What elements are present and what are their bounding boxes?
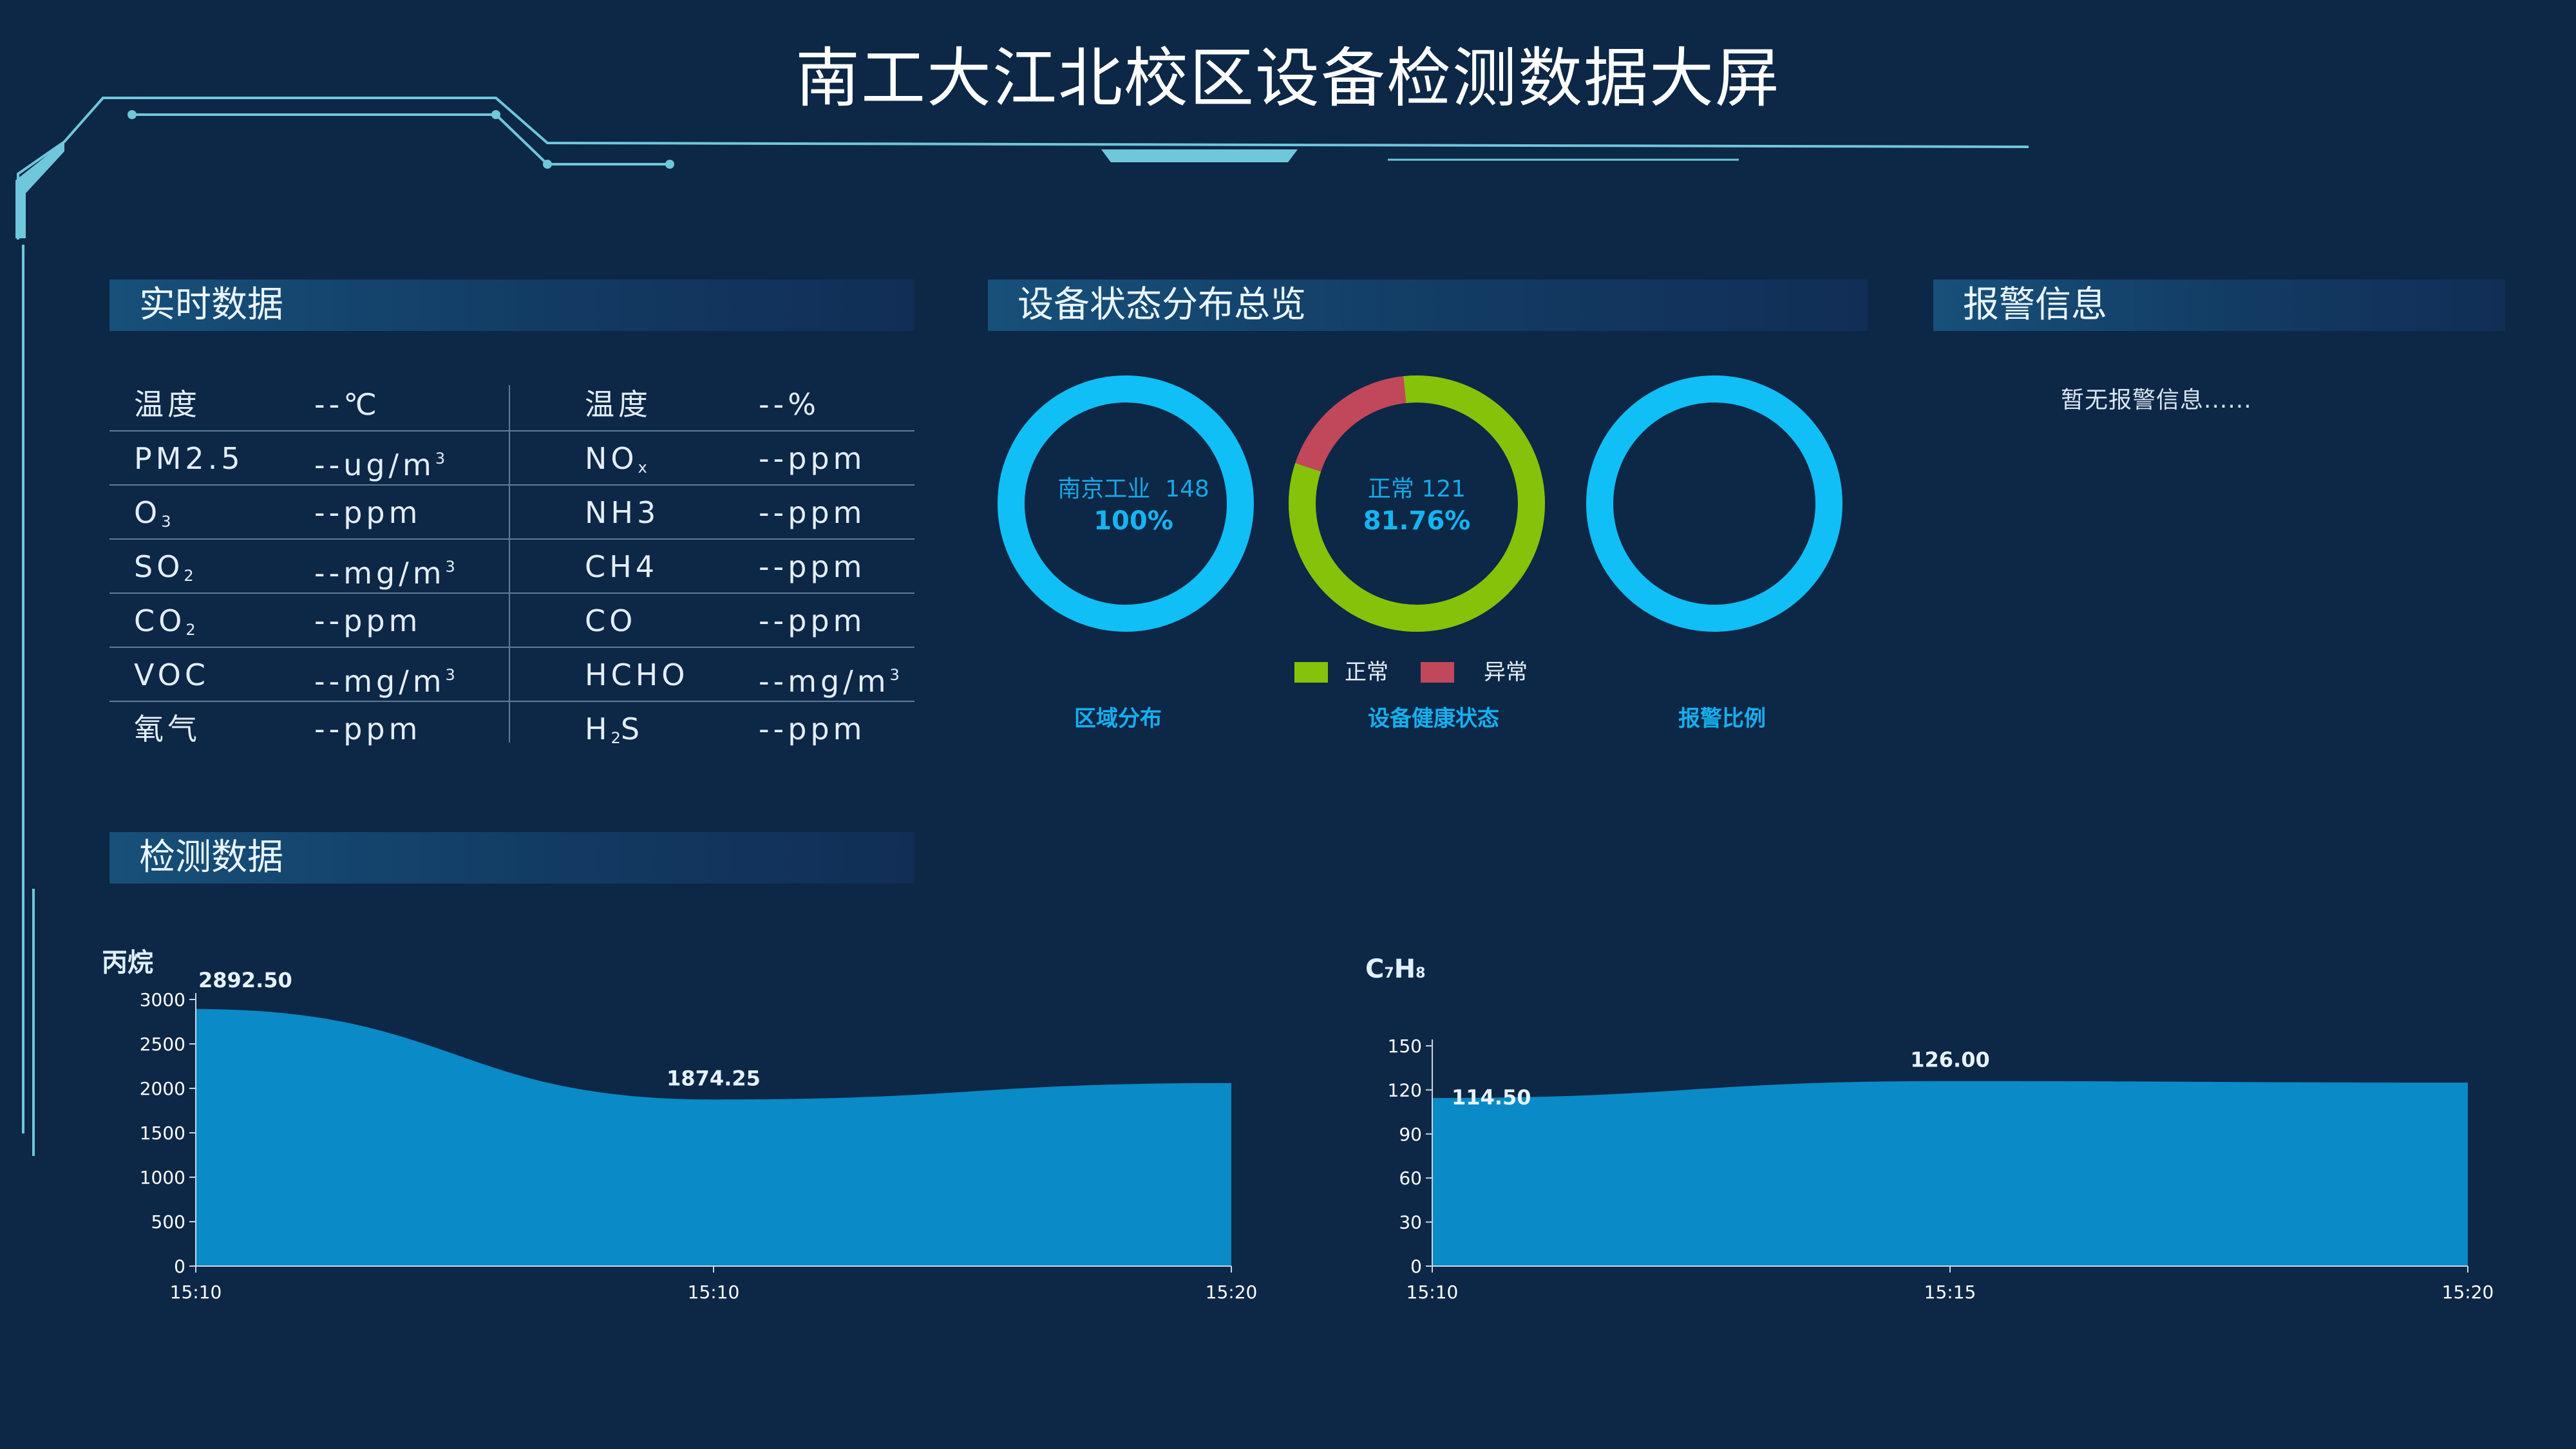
realtime-left-value: --ppm [314, 603, 422, 638]
y-tick-label: 1500 [140, 1122, 185, 1144]
x-tick-label: 15:15 [1924, 1282, 1976, 1303]
chart-propane[interactable]: 0 500 1000 1500 2000 2500 3000 15:10 15:10 15:20 2… [129, 953, 1288, 1314]
realtime-row: VOC --mg/m3 HCHO --mg/m3 [109, 648, 914, 702]
area-series [1432, 1081, 2468, 1266]
legend-normal-swatch [1294, 662, 1328, 683]
realtime-row: 温度 --℃ 温度 --% [109, 377, 914, 431]
area-series [196, 1009, 1231, 1266]
realtime-right-name: NOx [585, 441, 647, 477]
data-label: 2892.50 [198, 968, 292, 992]
realtime-right-name: 温度 [585, 387, 652, 422]
realtime-row: PM2.5 --ug/m3 NOx --ppm [109, 431, 914, 486]
alarm-ratio-donut[interactable] [1586, 375, 1843, 632]
health-count: 121 [1421, 476, 1466, 502]
realtime-right-name: CO [585, 603, 637, 638]
realtime-left-value: --ppm [314, 495, 422, 530]
legend-abnormal-swatch [1421, 662, 1454, 683]
region-label: 南京工业 148 [1030, 470, 1236, 504]
realtime-left-value: --ppm [314, 712, 422, 746]
data-label: 126.00 [1910, 1048, 1989, 1072]
health-name: 正常 [1367, 476, 1414, 502]
y-tick-label: 1000 [140, 1167, 185, 1188]
realtime-left-name: 氧气 [134, 712, 201, 746]
y-tick-label: 90 [1399, 1124, 1422, 1145]
y-tick-label: 2000 [140, 1078, 185, 1099]
realtime-left-value: --℃ [314, 387, 381, 422]
x-tick-label: 15:10 [1406, 1282, 1459, 1303]
realtime-row: 氧气 --ppm H2S --ppm [109, 702, 914, 756]
y-tick-label: 500 [151, 1211, 185, 1233]
realtime-right-value: --ppm [759, 549, 866, 584]
realtime-header: 实时数据 [109, 279, 914, 331]
realtime-left-name: 温度 [134, 387, 201, 422]
health-donut[interactable] [1288, 375, 1546, 632]
realtime-divider [509, 385, 510, 743]
x-tick-label: 15:10 [170, 1282, 222, 1303]
region-donut[interactable] [997, 375, 1255, 632]
realtime-left-value: --ug/m3 [314, 448, 446, 482]
realtime-right-value: --ppm [759, 712, 866, 746]
health-percent: 81.76% [1363, 506, 1471, 536]
page-title: 南工大江北校区设备检测数据大屏 [795, 41, 1781, 116]
alarm-empty-text: 暂无报警信息...... [2061, 387, 2252, 413]
y-tick-label: 3000 [140, 989, 185, 1010]
alarm-ring [1586, 375, 1842, 632]
data-label: 114.50 [1452, 1085, 1531, 1110]
realtime-left-name: O3 [134, 495, 171, 531]
realtime-left-name: PM2.5 [134, 441, 244, 476]
status-header: 设备状态分布总览 [988, 279, 1868, 331]
y-tick-label: 0 [174, 1256, 185, 1277]
y-tick-label: 30 [1399, 1212, 1422, 1233]
data-label: 1874.25 [667, 1066, 761, 1090]
realtime-right-value: --% [759, 387, 820, 422]
region-ring [998, 375, 1254, 632]
realtime-right-value: --ppm [759, 603, 866, 638]
x-tick-label: 15:20 [1206, 1282, 1258, 1303]
realtime-right-name: CH4 [585, 549, 658, 584]
legend-abnormal-label: 异常 [1484, 659, 1528, 685]
legend-normal-label: 正常 [1345, 659, 1388, 685]
y-tick-label: 2500 [140, 1034, 185, 1055]
realtime-row: CO2 --ppm CO --ppm [109, 594, 914, 648]
realtime-left-value: --mg/m3 [314, 556, 455, 591]
x-tick-label: 15:20 [2442, 1282, 2494, 1303]
realtime-row: SO2 --mg/m3 CH4 --ppm [109, 540, 914, 594]
y-tick-label: 120 [1388, 1079, 1422, 1101]
realtime-left-name: VOC [134, 658, 209, 692]
realtime-right-name: NH3 [585, 495, 660, 530]
alarm-ratio-caption: 报警比例 [1678, 706, 1766, 732]
y-tick-label: 150 [1388, 1036, 1422, 1057]
x-tick-label: 15:10 [688, 1282, 740, 1303]
y-tick-label: 0 [1410, 1256, 1422, 1277]
alarm-header: 报警信息 [1933, 279, 2505, 331]
region-percent: 100% [1094, 506, 1173, 536]
detection-header: 检测数据 [109, 832, 914, 884]
legend-abnormal[interactable]: 异常 [1421, 659, 1528, 685]
realtime-right-value: --ppm [759, 495, 866, 530]
realtime-right-value: --mg/m3 [759, 664, 900, 699]
realtime-left-name: CO2 [134, 603, 196, 639]
health-label: 正常 121 [1314, 470, 1520, 504]
realtime-left-name: SO2 [134, 549, 194, 585]
y-tick-label: 60 [1399, 1168, 1422, 1189]
legend-normal[interactable]: 正常 [1294, 659, 1388, 685]
region-count: 148 [1165, 476, 1209, 502]
region-name: 南京工业 [1057, 476, 1151, 502]
chart-toluene[interactable]: 0 30 60 90 120 150 15:10 15:15 15:20 114.50 126.00 [1365, 979, 2524, 1314]
realtime-right-name: H2S [585, 712, 644, 747]
realtime-right-value: --ppm [759, 441, 866, 476]
health-caption: 设备健康状态 [1368, 706, 1499, 732]
realtime-right-name: HCHO [585, 658, 689, 692]
realtime-row: O3 --ppm NH3 --ppm [109, 486, 914, 540]
region-caption: 区域分布 [1074, 706, 1162, 732]
realtime-left-value: --mg/m3 [314, 664, 455, 699]
